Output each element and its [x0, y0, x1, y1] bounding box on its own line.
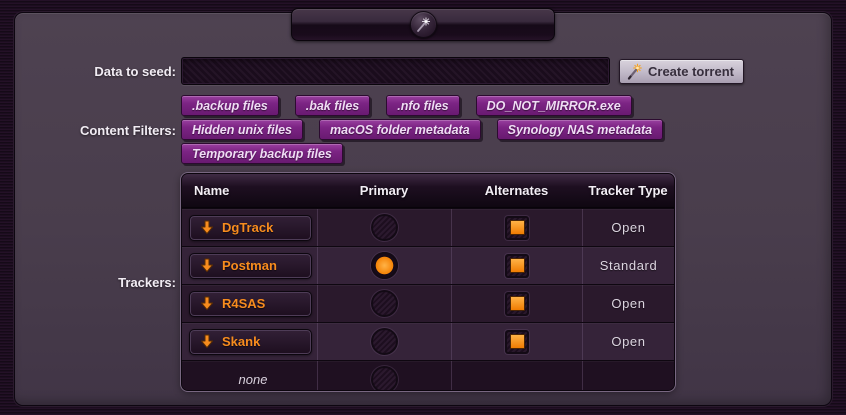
torrent-creator-screen: Data to seed: Create torrent Content Fil…: [0, 0, 846, 415]
tracker-name-label: DgTrack: [222, 220, 273, 235]
magic-wand-icon: [415, 16, 432, 33]
primary-radio[interactable]: [371, 328, 398, 355]
filter-chip[interactable]: Synology NAS metadata: [497, 119, 663, 140]
tracker-type-label: Standard: [600, 258, 658, 273]
filter-chip[interactable]: macOS folder metadata: [319, 119, 481, 140]
filter-chip-row: .backup files .bak files .nfo files DO_N…: [181, 95, 632, 116]
tracker-name-button[interactable]: DgTrack: [189, 215, 312, 241]
tracker-type-label: Open: [611, 334, 645, 349]
filter-chip[interactable]: .backup files: [181, 95, 279, 116]
download-arrow-icon: [200, 296, 214, 311]
tracker-type-label: Open: [611, 296, 645, 311]
filter-chip[interactable]: Temporary backup files: [181, 143, 343, 164]
table-row: Skank Open: [182, 322, 674, 360]
column-header-tracker-type: Tracker Type: [582, 183, 674, 198]
filter-chip[interactable]: DO_NOT_MIRROR.exe: [476, 95, 632, 116]
table-row: R4SAS Open: [182, 284, 674, 322]
none-label: none: [189, 372, 317, 387]
alternates-checkbox[interactable]: [505, 216, 529, 240]
table-row: Postman Standard: [182, 246, 674, 284]
data-to-seed-label: Data to seed:: [0, 64, 176, 79]
table-row: DgTrack Open: [182, 208, 674, 246]
trackers-table-header: Name Primary Alternates Tracker Type: [182, 174, 674, 208]
download-arrow-icon: [200, 258, 214, 273]
tracker-name-label: Postman: [222, 258, 277, 273]
column-header-name: Name: [182, 183, 317, 198]
filter-chip-row: Temporary backup files: [181, 143, 343, 164]
tracker-name-label: R4SAS: [222, 296, 265, 311]
tracker-name-button[interactable]: R4SAS: [189, 291, 312, 317]
primary-radio[interactable]: [371, 366, 398, 391]
primary-radio[interactable]: [371, 290, 398, 317]
filter-chip[interactable]: .bak files: [295, 95, 371, 116]
filter-chip-row: Hidden unix files macOS folder metadata …: [181, 119, 663, 140]
create-torrent-label: Create torrent: [648, 64, 734, 79]
tracker-name-label: Skank: [222, 334, 260, 349]
trackers-table: Name Primary Alternates Tracker Type DgT…: [181, 173, 675, 391]
download-arrow-icon: [200, 220, 214, 235]
content-filters-label: Content Filters:: [0, 123, 176, 138]
data-to-seed-input[interactable]: [181, 57, 610, 85]
alternates-checkbox[interactable]: [505, 330, 529, 354]
primary-radio[interactable]: [371, 252, 398, 279]
table-row: none: [182, 360, 674, 391]
tracker-type-label: Open: [611, 220, 645, 235]
download-arrow-icon: [200, 334, 214, 349]
primary-radio[interactable]: [371, 214, 398, 241]
tracker-name-button[interactable]: Postman: [189, 253, 312, 279]
alternates-checkbox[interactable]: [505, 254, 529, 278]
create-torrent-button[interactable]: Create torrent: [619, 59, 744, 84]
filter-chip[interactable]: .nfo files: [386, 95, 459, 116]
column-header-primary: Primary: [317, 183, 451, 198]
column-header-alternates: Alternates: [451, 183, 582, 198]
trackers-label: Trackers:: [0, 275, 176, 290]
filter-chip[interactable]: Hidden unix files: [181, 119, 303, 140]
magic-wand-icon: [626, 63, 643, 81]
wizard-header-button[interactable]: [291, 8, 555, 41]
alternates-checkbox[interactable]: [505, 292, 529, 316]
magic-wand-emblem: [410, 11, 437, 38]
tracker-name-button[interactable]: Skank: [189, 329, 312, 355]
